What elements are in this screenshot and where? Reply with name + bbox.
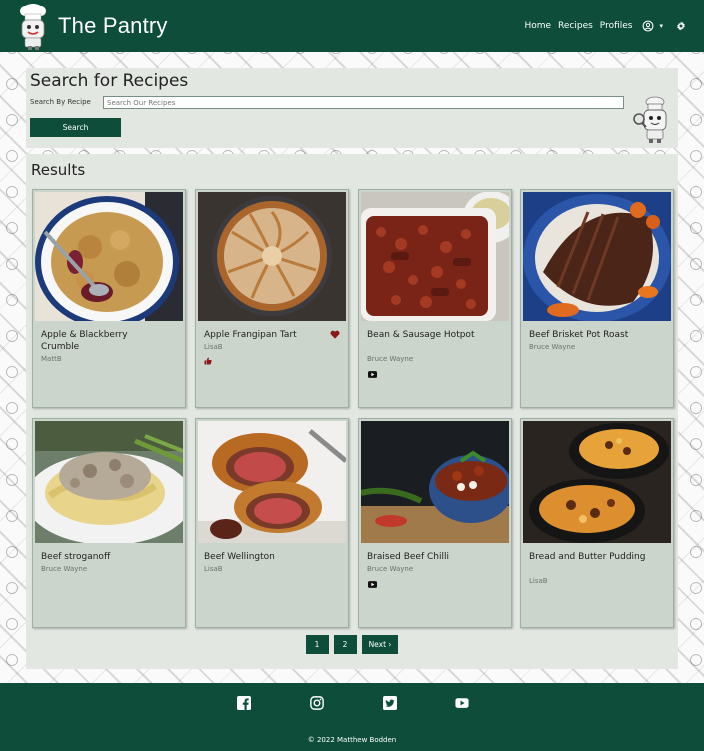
search-panel: Search for Recipes Search By Recipe Sear… xyxy=(26,68,678,148)
recipe-image[interactable] xyxy=(523,421,671,543)
recipe-card[interactable]: Bean & Sausage Hotpot Bruce Wayne xyxy=(358,189,512,408)
recipe-author: Bruce Wayne xyxy=(41,565,88,573)
recipe-image[interactable] xyxy=(198,192,346,321)
recipe-author: LisaB xyxy=(529,577,548,585)
recipe-card[interactable]: Beef Brisket Pot Roast Bruce Wayne xyxy=(520,189,674,408)
nav-home[interactable]: Home xyxy=(524,21,551,31)
chevron-down-icon[interactable]: ▾ xyxy=(659,22,663,30)
facebook-icon[interactable] xyxy=(237,696,251,710)
recipe-title[interactable]: Bean & Sausage Hotpot xyxy=(367,329,487,341)
recipe-title[interactable]: Beef stroganoff xyxy=(41,551,161,563)
recipe-image[interactable] xyxy=(198,421,346,543)
recipe-title[interactable]: Braised Beef Chilli xyxy=(367,551,487,563)
gear-icon[interactable] xyxy=(676,21,686,31)
pagination: 1 2 Next › xyxy=(26,635,678,654)
youtube-video-icon[interactable] xyxy=(368,371,377,378)
navbar: The Pantry Home Recipes Profiles ▾ xyxy=(0,0,704,52)
favourite-heart-icon[interactable] xyxy=(330,330,340,339)
copyright-text: © 2022 Matthew Bodden xyxy=(307,736,397,744)
footer: © 2022 Matthew Bodden xyxy=(0,683,704,751)
recipe-card[interactable]: Apple Frangipan Tart LisaB xyxy=(195,189,349,408)
nav-profiles[interactable]: Profiles xyxy=(600,21,633,31)
recipe-card[interactable]: Beef stroganoff Bruce Wayne xyxy=(32,418,186,628)
youtube-icon[interactable] xyxy=(455,696,469,710)
recipe-image[interactable] xyxy=(523,192,671,321)
recipe-image[interactable] xyxy=(35,421,183,543)
search-heading: Search for Recipes xyxy=(30,71,189,91)
recipe-author: Bruce Wayne xyxy=(529,343,576,351)
recipe-image[interactable] xyxy=(361,421,509,543)
results-heading: Results xyxy=(31,161,86,179)
recipe-author: LisaB xyxy=(204,565,223,573)
recipe-title[interactable]: Apple & Blackberry Crumble xyxy=(41,329,161,353)
next-page-button[interactable]: Next › xyxy=(361,635,399,654)
recipe-author: Bruce Wayne xyxy=(367,355,414,363)
recipe-card[interactable]: Braised Beef Chilli Bruce Wayne xyxy=(358,418,512,628)
twitter-icon[interactable] xyxy=(383,696,397,710)
recipe-author: MattB xyxy=(41,355,62,363)
chef-mascot-logo[interactable] xyxy=(16,2,50,50)
recipe-author: Bruce Wayne xyxy=(367,565,414,573)
recipe-image[interactable] xyxy=(35,192,183,321)
instagram-icon[interactable] xyxy=(310,696,324,710)
page-2-button[interactable]: 2 xyxy=(333,635,357,654)
chef-mascot-image xyxy=(631,95,675,143)
search-label: Search By Recipe xyxy=(30,98,91,106)
recipe-title[interactable]: Beef Wellington xyxy=(204,551,324,563)
recipe-image[interactable] xyxy=(361,192,509,321)
brand-title[interactable]: The Pantry xyxy=(58,13,168,39)
recipe-title[interactable]: Apple Frangipan Tart xyxy=(204,329,324,341)
recipe-card[interactable]: Bread and Butter Pudding LisaB xyxy=(520,418,674,628)
recipe-title[interactable]: Bread and Butter Pudding xyxy=(529,551,649,563)
recipe-author: LisaB xyxy=(204,343,223,351)
thumbs-up-icon[interactable] xyxy=(204,357,212,365)
recipe-card[interactable]: Beef Wellington LisaB xyxy=(195,418,349,628)
recipe-card[interactable]: Apple & Blackberry Crumble MattB xyxy=(32,189,186,408)
search-button[interactable]: Search xyxy=(30,118,121,137)
nav-links: Home Recipes Profiles ▾ xyxy=(524,0,686,52)
search-input[interactable] xyxy=(103,96,624,109)
page-1-button[interactable]: 1 xyxy=(305,635,329,654)
results-panel: Results Apple & Blackberry Crumble MattB xyxy=(26,154,678,669)
recipe-title[interactable]: Beef Brisket Pot Roast xyxy=(529,329,649,341)
youtube-video-icon[interactable] xyxy=(368,581,377,588)
user-circle-icon[interactable] xyxy=(642,20,654,32)
nav-recipes[interactable]: Recipes xyxy=(558,21,593,31)
